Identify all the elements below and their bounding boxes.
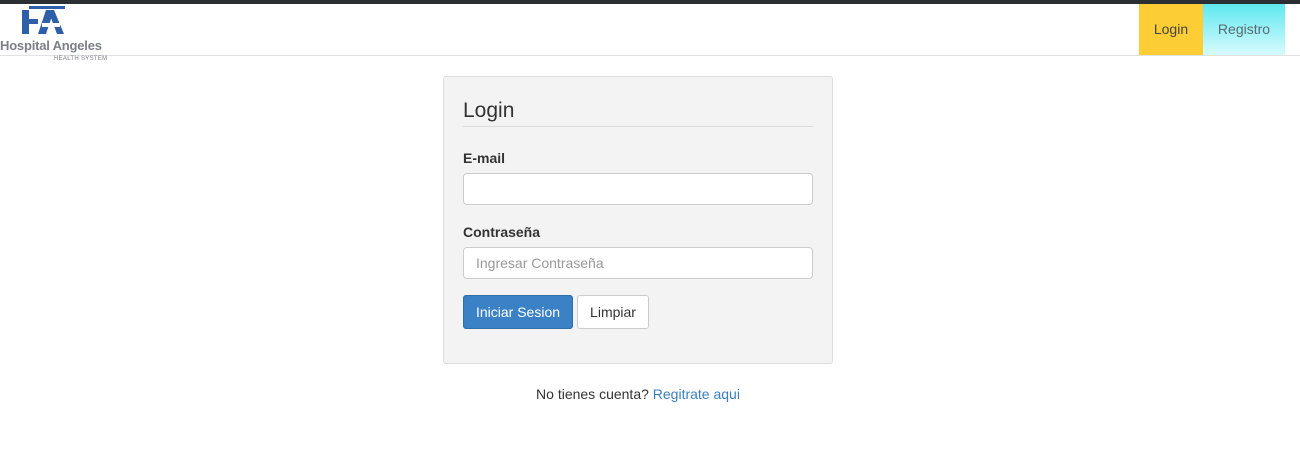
- password-field[interactable]: [463, 247, 813, 279]
- clear-button[interactable]: Limpiar: [577, 295, 649, 329]
- navbar: Hospital Angeles HEALTH SYSTEM Login Reg…: [0, 4, 1300, 62]
- login-panel: Login E-mail Contraseña Iniciar Sesion L…: [443, 76, 833, 364]
- nav-registro-button[interactable]: Registro: [1203, 4, 1285, 55]
- register-link[interactable]: Regitrate aqui: [653, 386, 740, 402]
- login-submit-button[interactable]: Iniciar Sesion: [463, 295, 573, 329]
- logo-name: Hospital Angeles: [0, 38, 102, 53]
- logo-subtitle: HEALTH SYSTEM: [54, 56, 108, 62]
- title-divider: [463, 126, 813, 127]
- panel-title: Login: [463, 99, 515, 122]
- register-prompt-text: No tienes cuenta?: [536, 386, 649, 402]
- ha-logo-icon: [22, 6, 65, 34]
- hospital-logo[interactable]: Hospital Angeles HEALTH SYSTEM: [0, 4, 107, 64]
- email-field[interactable]: [463, 173, 813, 205]
- password-label: Contraseña: [463, 224, 541, 240]
- nav-login-button[interactable]: Login: [1139, 4, 1203, 55]
- register-prompt: No tienes cuenta? Regitrate aqui: [0, 386, 1276, 402]
- email-label: E-mail: [463, 150, 506, 166]
